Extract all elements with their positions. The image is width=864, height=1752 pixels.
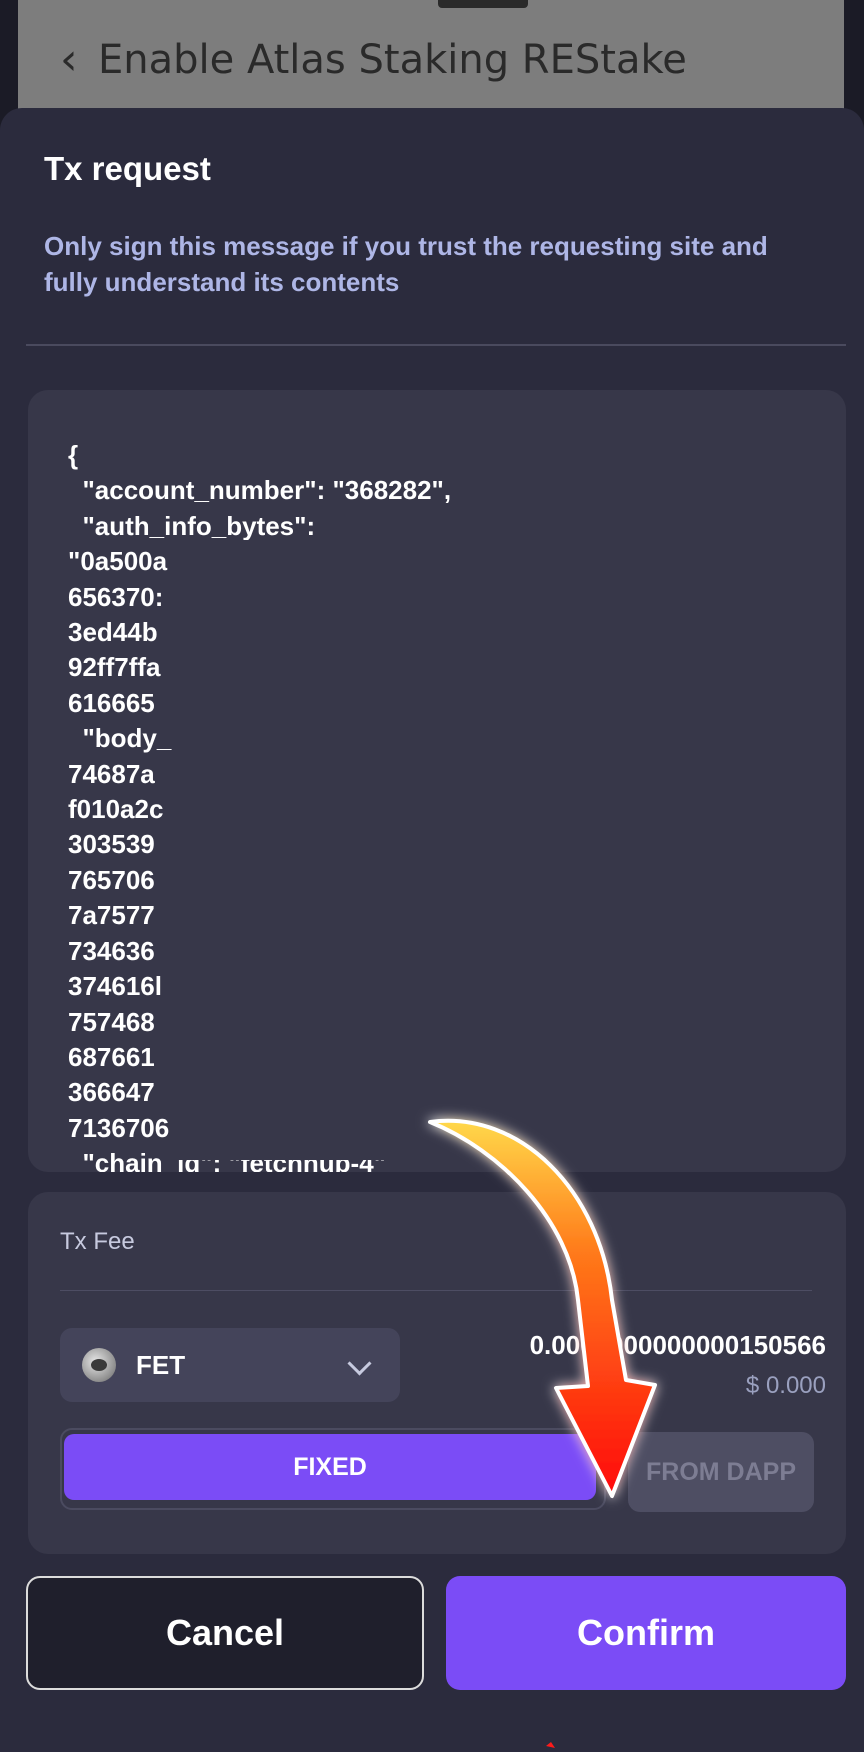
cancel-button[interactable]: Cancel [26,1576,424,1690]
fee-amount: 0.0000000000000150566 [529,1330,826,1360]
fee-mode-from-dapp-button[interactable]: FROM DAPP [628,1432,814,1512]
page-title: Enable Atlas Staking REStake [98,37,687,83]
fee-mode-fixed-button[interactable]: FIXED [64,1434,596,1500]
dialog-title: Tx request [44,150,211,187]
trust-warning: Only sign this message if you trust the … [44,231,768,297]
divider [26,344,846,346]
token-label: FET [136,1350,186,1380]
fet-token-icon [82,1348,116,1382]
redaction-block [178,540,708,1160]
fee-panel: Tx Fee FET 0.0000000000000150566 $ 0.000… [28,1192,846,1554]
status-notch [438,0,528,8]
fee-label: Tx Fee [60,1228,135,1255]
divider [60,1290,812,1291]
fee-token-select[interactable]: FET [60,1328,400,1402]
back-chevron-icon[interactable]: ‹ [60,30,100,90]
chevron-down-icon [347,1351,372,1376]
message-content[interactable]: { "account_number": "368282", "auth_info… [28,390,846,1172]
confirm-button[interactable]: Confirm [446,1576,846,1690]
fee-usd-value: $ 0.000 [745,1372,826,1399]
tx-request-sheet: Tx request Only sign this message if you… [0,108,864,1752]
page-header: ‹ Enable Atlas Staking REStake [18,0,844,110]
